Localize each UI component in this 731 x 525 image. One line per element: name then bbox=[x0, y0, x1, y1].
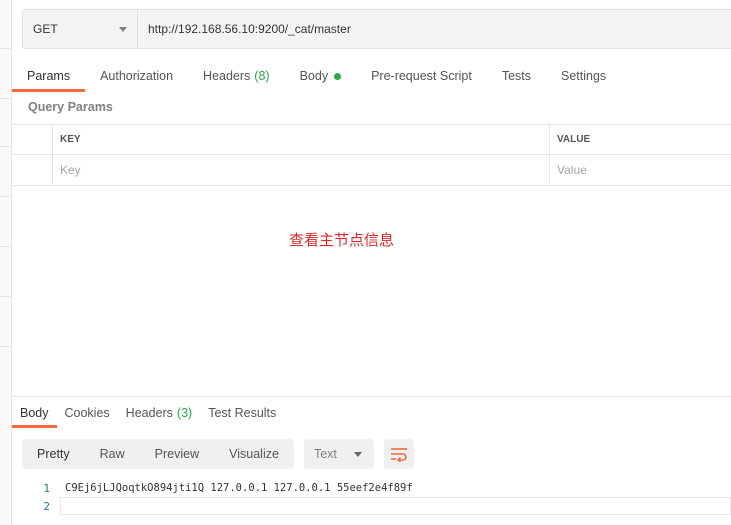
row-gutter bbox=[12, 155, 53, 185]
code-line: 2 bbox=[22, 497, 731, 515]
line-number: 2 bbox=[43, 499, 50, 513]
view-raw-button[interactable]: Raw bbox=[85, 439, 140, 469]
tab-headers[interactable]: Headers (8) bbox=[188, 60, 285, 92]
response-toolbar: Pretty Raw Preview Visualize Text bbox=[22, 439, 414, 469]
chevron-down-icon bbox=[353, 451, 362, 457]
response-tab-body[interactable]: Body bbox=[12, 398, 57, 428]
code-text: C9Ej6jLJQoqtkO894jti1Q 127.0.0.1 127.0.0… bbox=[65, 482, 413, 494]
response-body-editor[interactable]: 1 C9Ej6jLJQoqtkO894jti1Q 127.0.0.1 127.0… bbox=[22, 479, 731, 515]
response-divider bbox=[12, 396, 731, 397]
response-tab-headers[interactable]: Headers (3) bbox=[118, 398, 201, 428]
strip-divider bbox=[0, 146, 12, 147]
response-tabs: Body Cookies Headers (3) Test Results bbox=[12, 398, 284, 428]
key-input[interactable]: Key bbox=[53, 155, 550, 185]
view-pretty-button[interactable]: Pretty bbox=[22, 439, 85, 469]
tab-body[interactable]: Body bbox=[285, 60, 357, 92]
tab-pre-request-script[interactable]: Pre-request Script bbox=[356, 60, 487, 92]
value-input[interactable]: Value bbox=[550, 155, 731, 185]
line-number: 1 bbox=[43, 481, 50, 495]
url-input[interactable]: http://192.168.56.10:9200/_cat/master bbox=[137, 9, 731, 49]
table-row: Key Value bbox=[12, 155, 731, 186]
value-placeholder: Value bbox=[557, 163, 587, 177]
method-select[interactable]: GET bbox=[22, 9, 137, 49]
tab-label: Tests bbox=[501, 69, 531, 83]
wrap-lines-button[interactable] bbox=[383, 439, 414, 469]
format-select[interactable]: Text bbox=[303, 439, 374, 469]
annotation-text: 查看主节点信息 bbox=[289, 231, 395, 249]
key-column-header: KEY bbox=[53, 125, 550, 154]
tab-params[interactable]: Params bbox=[12, 60, 86, 92]
method-label: GET bbox=[33, 22, 58, 36]
format-label: Text bbox=[313, 447, 337, 461]
left-sidebar-strip bbox=[0, 0, 12, 525]
query-params-title: Query Params bbox=[28, 100, 113, 114]
query-params-table: KEY VALUE Key Value bbox=[12, 124, 731, 186]
tab-label: Authorization bbox=[100, 69, 174, 83]
strip-divider bbox=[0, 48, 12, 49]
tab-label: Body bbox=[20, 406, 49, 420]
tab-tests[interactable]: Tests bbox=[487, 60, 546, 92]
request-bar: GET http://192.168.56.10:9200/_cat/maste… bbox=[22, 9, 731, 49]
view-preview-button[interactable]: Preview bbox=[140, 439, 214, 469]
wrap-lines-icon bbox=[390, 448, 407, 462]
response-tab-test-results[interactable]: Test Results bbox=[200, 398, 284, 428]
headers-count-badge: (8) bbox=[254, 69, 270, 83]
chevron-down-icon bbox=[119, 26, 127, 32]
value-column-header: VALUE bbox=[557, 134, 591, 145]
tab-settings[interactable]: Settings bbox=[546, 60, 621, 92]
tab-label: Test Results bbox=[208, 406, 277, 420]
green-dot-icon bbox=[334, 72, 342, 80]
response-tab-cookies[interactable]: Cookies bbox=[57, 398, 118, 428]
row-gutter bbox=[12, 125, 53, 154]
tab-label: Settings bbox=[561, 69, 607, 83]
strip-divider bbox=[0, 196, 12, 197]
strip-divider bbox=[0, 296, 12, 297]
tab-authorization[interactable]: Authorization bbox=[85, 60, 188, 92]
tab-label: Headers bbox=[203, 69, 251, 83]
view-mode-group: Pretty Raw Preview Visualize bbox=[22, 439, 294, 469]
request-tabs: Params Authorization Headers (8) Body Pr… bbox=[12, 60, 621, 92]
code-line: 1 C9Ej6jLJQoqtkO894jti1Q 127.0.0.1 127.0… bbox=[22, 479, 731, 497]
code-text bbox=[60, 497, 731, 515]
view-visualize-button[interactable]: Visualize bbox=[214, 439, 294, 469]
tab-label: Headers bbox=[125, 406, 173, 420]
table-header-row: KEY VALUE bbox=[12, 124, 731, 155]
tab-label: Body bbox=[299, 69, 329, 83]
response-headers-count-badge: (3) bbox=[176, 406, 193, 420]
strip-divider bbox=[0, 98, 12, 99]
key-placeholder: Key bbox=[60, 163, 81, 177]
strip-divider bbox=[0, 346, 12, 347]
strip-divider bbox=[0, 246, 12, 247]
tab-label: Params bbox=[27, 69, 71, 83]
tab-label: Pre-request Script bbox=[371, 69, 472, 83]
tab-label: Cookies bbox=[64, 406, 110, 420]
